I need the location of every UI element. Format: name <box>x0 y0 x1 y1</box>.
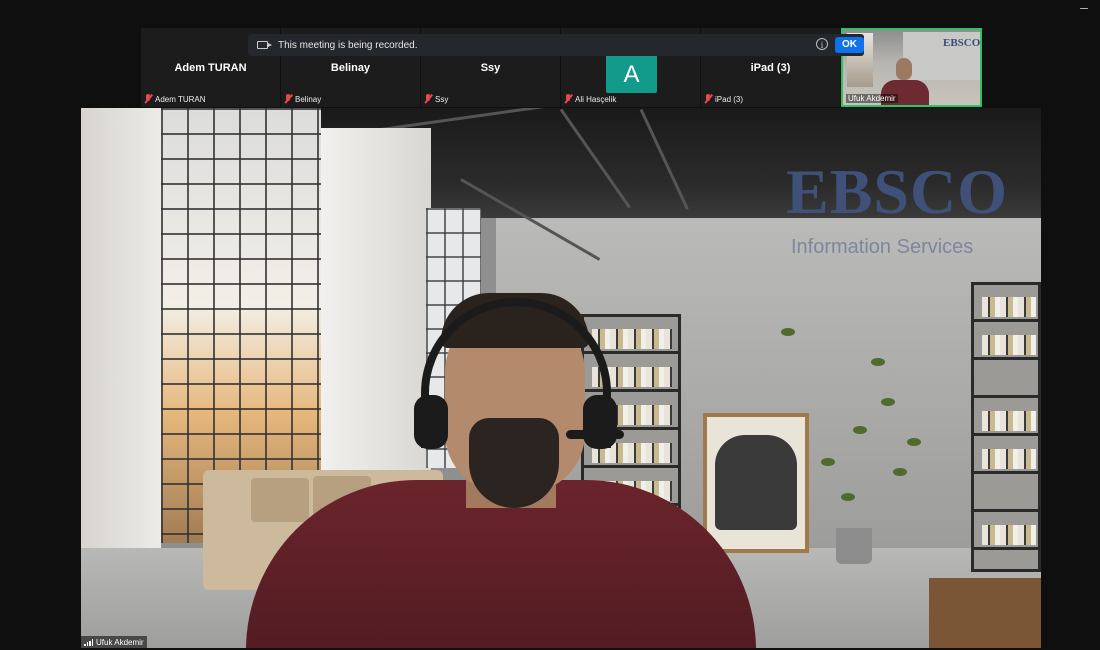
participant-name-label: iPad (3) <box>704 93 743 105</box>
participant-name-label: Adem TURAN <box>144 93 206 105</box>
participant-avatar: A <box>606 56 657 93</box>
participant-label-text: Belinay <box>295 94 322 104</box>
mic-muted-icon <box>564 94 572 104</box>
self-view-person-head <box>896 58 912 80</box>
mic-muted-icon <box>704 94 712 104</box>
mic-muted-icon <box>144 94 152 104</box>
participant-label-text: iPad (3) <box>715 94 744 104</box>
main-speaker-name-label: Ufuk Akdemir <box>81 636 147 648</box>
recording-camera-icon <box>257 41 272 49</box>
participant-display-name: Ssy <box>480 62 501 74</box>
ebsco-tagline: Information Services <box>791 236 974 258</box>
minimize-button[interactable]: – <box>1076 0 1092 14</box>
participant-name-label: Ali Hasçelik <box>564 93 616 105</box>
video-background-painting <box>703 413 809 553</box>
video-background-bookshelf-right <box>971 282 1041 572</box>
headset-mic <box>566 430 624 439</box>
participant-label-text: Adem TURAN <box>155 94 206 104</box>
mic-muted-icon <box>284 94 292 104</box>
recording-banner: This meeting is being recorded. i OK <box>248 34 864 56</box>
participant-display-name: iPad (3) <box>750 62 791 74</box>
recording-message: This meeting is being recorded. <box>278 39 418 51</box>
video-background-plant <box>836 528 872 564</box>
participant-label-text: Ali Hasçelik <box>575 94 617 104</box>
participant-display-name: Adem TURAN <box>174 62 247 74</box>
recording-ok-button[interactable]: OK <box>835 37 864 53</box>
headset-left-earcup <box>414 395 448 449</box>
participant-name-label: Belinay <box>284 93 321 105</box>
main-speaker-name: Ufuk Akdemir <box>96 637 144 647</box>
info-icon[interactable]: i <box>816 38 828 50</box>
video-background-crate <box>929 578 1041 648</box>
self-view-backdrop-logo: EBSCO <box>943 37 981 49</box>
mic-muted-icon <box>424 94 432 104</box>
participant-name-label: Ssy <box>424 93 448 105</box>
participant-label-text: Ssy <box>435 94 449 104</box>
ebsco-logo: EBSCO <box>786 156 1008 227</box>
self-view-name-label: Ufuk Akdemir <box>846 94 898 103</box>
connection-signal-icon <box>84 638 93 646</box>
headset-right-earcup <box>583 395 617 449</box>
main-speaker-video[interactable]: EBSCO Information Services <box>81 108 1041 648</box>
participant-display-name: Belinay <box>330 62 371 74</box>
